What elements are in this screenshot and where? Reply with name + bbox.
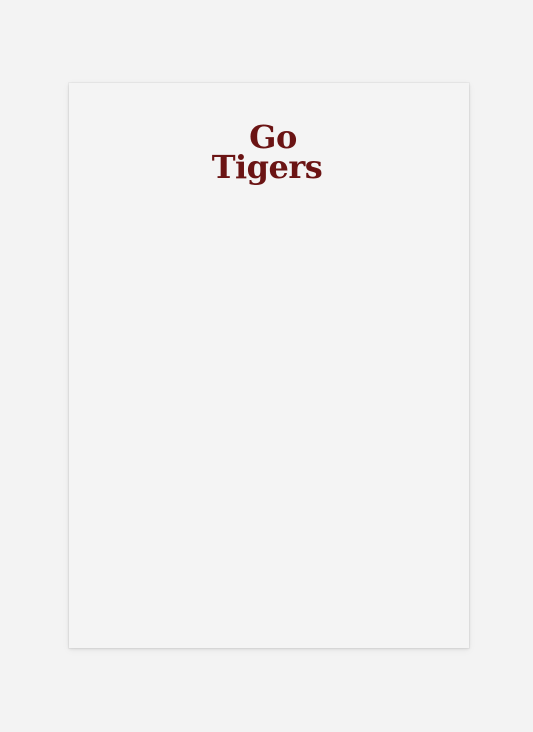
go-tigers-logo: Go Tigers xyxy=(69,121,469,183)
notepad-sheet: Go Tigers xyxy=(69,83,469,648)
logo-line-tigers: Tigers xyxy=(211,148,323,186)
